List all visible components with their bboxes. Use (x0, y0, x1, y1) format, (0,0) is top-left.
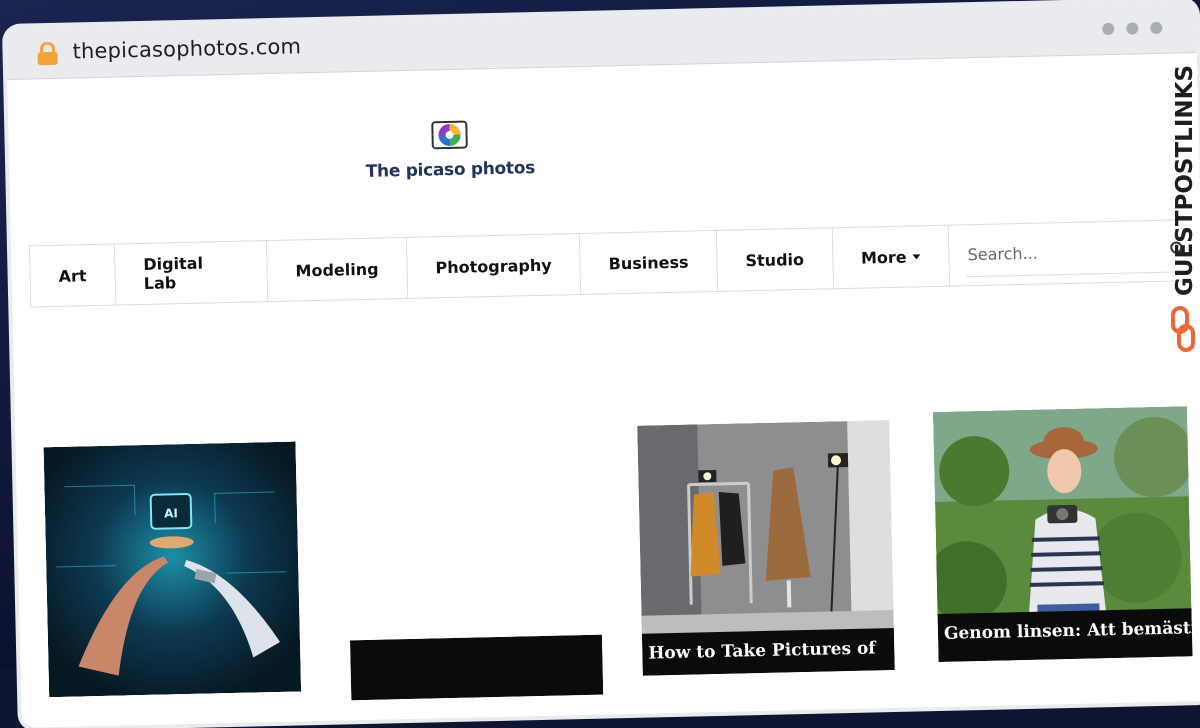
nav-item-studio[interactable]: Studio (715, 228, 833, 291)
article-card[interactable]: AI (43, 441, 302, 698)
nav-item-photography[interactable]: Photography (405, 234, 581, 298)
search-input[interactable] (965, 240, 1166, 265)
lock-icon (37, 41, 58, 66)
blank-image (349, 634, 604, 701)
nav-more-label: More (860, 247, 907, 268)
address-bar[interactable]: thepicasophotos.com (72, 34, 301, 63)
nav-item-digital-lab[interactable]: Digital Lab (113, 241, 268, 305)
window-dot-icon[interactable] (1150, 21, 1163, 35)
article-title[interactable]: Genom linsen: Att bemästra (937, 608, 1193, 663)
nav-item-business[interactable]: Business (578, 230, 718, 295)
browser-window: thepicasophotos.com The picaso photos Ar… (6, 1, 1200, 728)
site-logo[interactable]: The picaso photos (364, 116, 535, 182)
window-dot-icon[interactable] (1126, 22, 1139, 35)
guestpostlinks-watermark: GUESTPOSTLINKS (1171, 65, 1198, 352)
chevron-down-icon (912, 253, 921, 259)
nav-item-art[interactable]: Art (28, 244, 116, 307)
site-title: The picaso photos (365, 158, 536, 182)
nav-more-dropdown[interactable]: More (831, 225, 951, 289)
search-box (965, 228, 1190, 278)
link-icon (1171, 306, 1195, 352)
article-card[interactable]: How to Take Pictures of (637, 420, 895, 676)
article-title[interactable]: How to Take Pictures of (641, 628, 895, 676)
article-card[interactable]: Genom linsen: Att bemästra (932, 406, 1193, 663)
window-controls (1102, 21, 1163, 36)
ai-robot-hand-image: AI (43, 441, 302, 698)
camera-logo-icon (431, 120, 468, 150)
main-navigation: Art Digital Lab Modeling Photography Bus… (28, 219, 1191, 308)
nav-item-modeling[interactable]: Modeling (265, 237, 408, 302)
svg-text:AI: AI (164, 506, 178, 520)
watermark-text: GUESTPOSTLINKS (1172, 65, 1198, 296)
article-card[interactable] (349, 634, 604, 701)
window-dot-icon[interactable] (1102, 22, 1115, 36)
